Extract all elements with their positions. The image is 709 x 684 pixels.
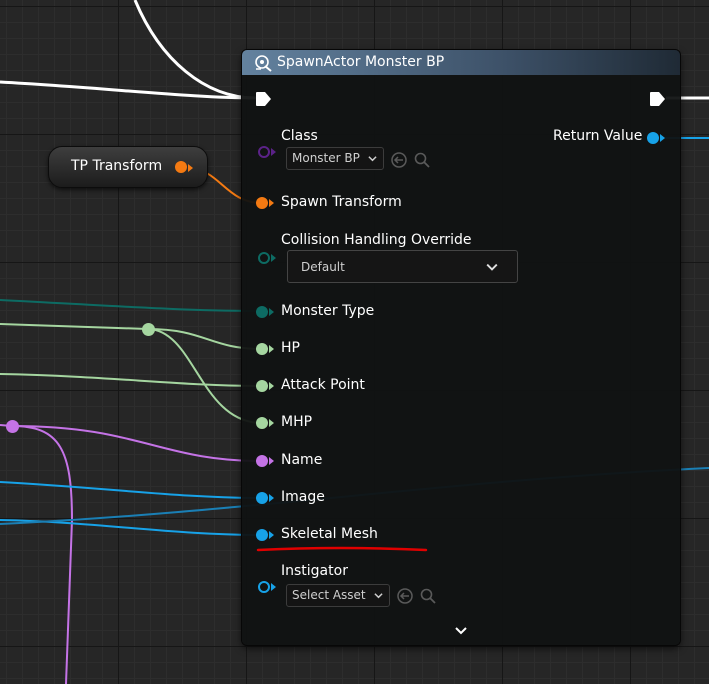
red-underline-annotation [256, 546, 428, 552]
